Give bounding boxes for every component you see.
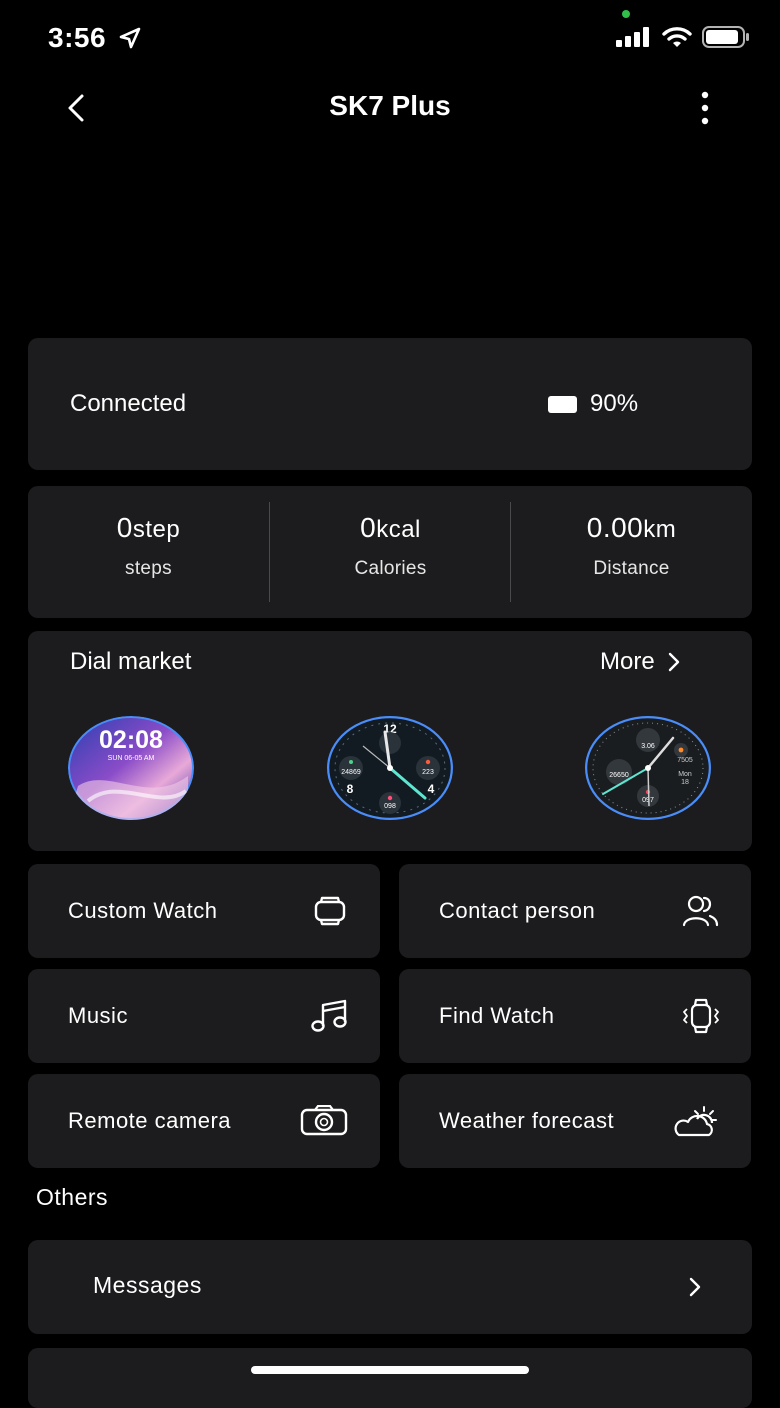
remote-camera-label: Remote camera	[68, 1108, 232, 1133]
steps-stat[interactable]: 0step steps	[28, 486, 269, 618]
steps-label: steps	[125, 558, 172, 579]
watch-face-2-graphic: 12 8 4 24869 223 098	[327, 716, 453, 820]
watch-face-3[interactable]: 3.06 26650 097 7505 Mon 18	[585, 716, 711, 820]
vibrating-watch-icon	[683, 998, 719, 1034]
watch-face-3-steps: 26650	[609, 772, 629, 779]
more-options-button[interactable]	[690, 88, 720, 128]
watch-face-3-calories: 7505	[677, 757, 693, 764]
calories-value: 0kcal	[360, 512, 421, 543]
watch-face-1-graphic: 02:08 SUN 06-05 AM	[68, 716, 194, 820]
custom-watch-tile[interactable]: Custom Watch	[28, 864, 380, 958]
watch-face-2[interactable]: 12 8 4 24869 223 098	[327, 716, 453, 820]
status-icons	[616, 26, 750, 48]
camera-icon	[300, 1105, 348, 1136]
status-time-text: 3:56	[48, 22, 107, 53]
calories-label: Calories	[354, 558, 427, 579]
connection-status: Connected	[70, 390, 187, 417]
weather-icon	[674, 1106, 717, 1137]
next-settings-row[interactable]	[28, 1348, 752, 1408]
chevron-right-icon	[668, 652, 679, 672]
watch-face-1[interactable]: 02:08 SUN 06-05 AM	[68, 716, 194, 820]
battery-percentage: 90%	[590, 390, 639, 417]
distance-label: Distance	[593, 558, 670, 579]
messages-label: Messages	[93, 1272, 202, 1298]
home-indicator[interactable]	[251, 1366, 529, 1374]
steps-value: 0step	[116, 512, 181, 543]
dial-market-title: Dial market	[70, 648, 192, 675]
watch-face-2-steps: 24869	[341, 769, 361, 776]
cellular-signal-icon	[616, 27, 649, 47]
status-time: 3:56	[48, 22, 142, 54]
watch-icon	[314, 896, 346, 926]
more-label: More	[600, 648, 655, 675]
find-watch-tile[interactable]: Find Watch	[399, 969, 751, 1063]
vertical-dots-icon	[701, 91, 709, 125]
music-tile[interactable]: Music	[28, 969, 380, 1063]
weather-forecast-tile[interactable]: Weather forecast	[399, 1074, 751, 1168]
custom-watch-label: Custom Watch	[68, 898, 218, 923]
watch-face-2-eight: 8	[347, 782, 354, 796]
calories-stat[interactable]: 0kcal Calories	[270, 486, 511, 618]
distance-stat[interactable]: 0.00km Distance	[511, 486, 752, 618]
others-section-title: Others	[36, 1184, 109, 1210]
watch-face-2-heart-rate: 098	[384, 803, 396, 810]
remote-camera-tile[interactable]: Remote camera	[28, 1074, 380, 1168]
find-watch-label: Find Watch	[439, 1003, 555, 1028]
chevron-right-icon	[689, 1277, 701, 1297]
weather-forecast-label: Weather forecast	[439, 1108, 615, 1133]
music-note-icon	[311, 999, 347, 1032]
watch-face-3-top-value: 3.06	[641, 743, 655, 750]
battery-icon	[548, 396, 577, 413]
watch-face-3-graphic: 3.06 26650 097 7505 Mon 18	[585, 716, 711, 820]
contacts-icon	[682, 895, 719, 927]
contact-person-label: Contact person	[439, 898, 596, 923]
distance-value: 0.00km	[586, 512, 677, 543]
dial-market-more-link[interactable]: More	[600, 648, 681, 676]
watch-face-2-calories: 223	[422, 769, 434, 776]
music-label: Music	[68, 1003, 128, 1028]
privacy-indicator-dot	[622, 10, 630, 18]
battery-status-icon	[702, 26, 749, 48]
watch-face-2-four: 4	[428, 782, 435, 796]
watch-face-1-time: 02:08	[99, 726, 163, 754]
wifi-icon	[662, 27, 692, 47]
watch-face-3-date: 18	[681, 779, 689, 786]
watch-face-3-day: Mon	[678, 771, 692, 778]
page-title: SK7 Plus	[329, 90, 451, 121]
location-arrow-icon	[120, 27, 141, 49]
contact-person-tile[interactable]: Contact person	[399, 864, 751, 958]
watch-face-1-date: SUN 06-05 AM	[108, 755, 155, 762]
